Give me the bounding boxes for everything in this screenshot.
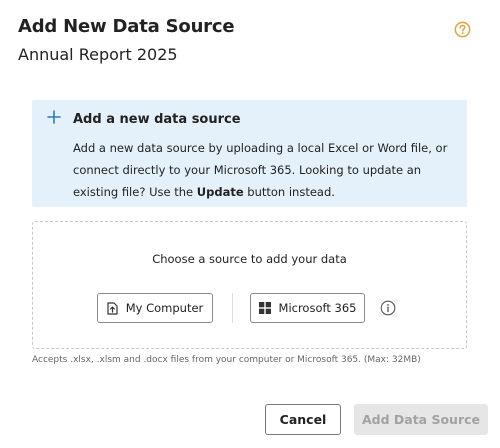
info-heading: Add a new data source: [73, 112, 241, 127]
dropzone-prompt: Choose a source to add your data: [152, 252, 347, 266]
info-body-suffix: button instead.: [243, 185, 335, 199]
my-computer-button[interactable]: My Computer: [97, 293, 213, 323]
microsoft-365-label: Microsoft 365: [278, 301, 357, 315]
dialog-subtitle: Annual Report 2025: [18, 45, 178, 64]
question-circle-icon[interactable]: [454, 21, 471, 38]
cancel-button[interactable]: Cancel: [265, 404, 341, 435]
my-computer-label: My Computer: [125, 301, 204, 315]
info-circle-icon[interactable]: [380, 300, 396, 316]
microsoft-365-button[interactable]: Microsoft 365: [250, 293, 365, 323]
accepted-files-note: Accepts .xlsx, .xlsm and .docx files fro…: [32, 355, 421, 365]
plus-icon: [47, 110, 61, 124]
upload-file-icon: [107, 301, 118, 315]
info-body: Add a new data source by uploading a loc…: [73, 137, 458, 203]
windows-logo-icon: [258, 302, 271, 314]
info-panel: Add a new data source Add a new data sou…: [32, 100, 467, 207]
add-data-source-button[interactable]: Add Data Source: [354, 404, 488, 435]
dialog-title: Add New Data Source: [18, 16, 235, 37]
source-dropzone[interactable]: Choose a source to add your data My Comp…: [32, 221, 467, 349]
update-keyword: Update: [196, 185, 244, 199]
source-divider: [232, 293, 233, 323]
